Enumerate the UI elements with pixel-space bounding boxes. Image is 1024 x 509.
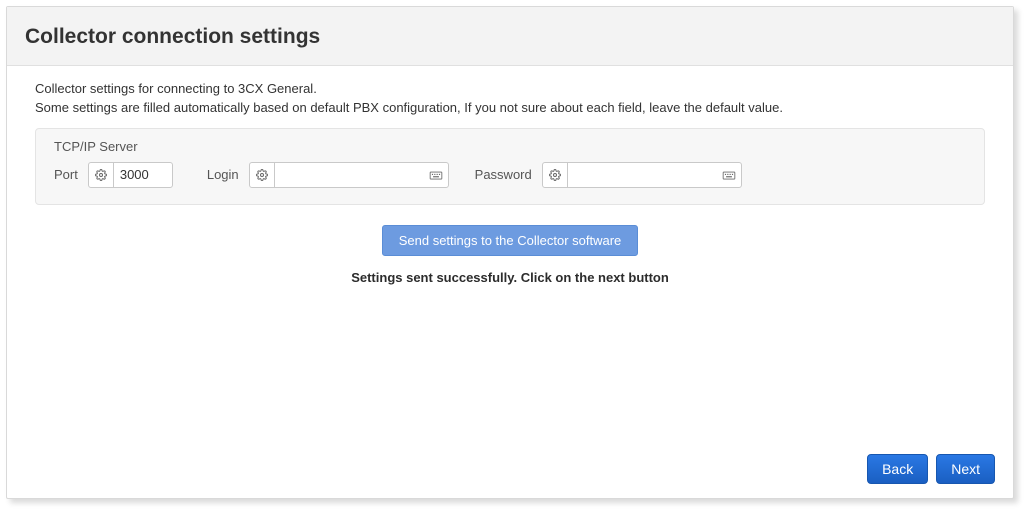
intro-text: Collector settings for connecting to 3CX… xyxy=(35,80,985,118)
settings-panel: Collector connection settings Collector … xyxy=(6,6,1014,499)
footer-nav: Back Next xyxy=(867,454,995,484)
center-actions: Send settings to the Collector software … xyxy=(35,225,985,285)
panel-header: Collector connection settings xyxy=(7,7,1013,66)
panel-body: Collector settings for connecting to 3CX… xyxy=(7,66,1013,498)
password-gear-icon[interactable] xyxy=(542,162,568,188)
password-input-group xyxy=(542,162,742,188)
login-input-group xyxy=(249,162,449,188)
port-gear-icon[interactable] xyxy=(88,162,114,188)
password-input[interactable] xyxy=(567,162,742,188)
port-input[interactable] xyxy=(113,162,173,188)
login-input[interactable] xyxy=(274,162,449,188)
port-input-group xyxy=(88,162,173,188)
fields-row: Port Login xyxy=(54,162,966,188)
password-label: Password xyxy=(475,167,532,182)
port-label: Port xyxy=(54,167,78,182)
status-message: Settings sent successfully. Click on the… xyxy=(35,270,985,285)
login-gear-icon[interactable] xyxy=(249,162,275,188)
login-label: Login xyxy=(207,167,239,182)
keyboard-icon xyxy=(429,168,443,182)
send-settings-button[interactable]: Send settings to the Collector software xyxy=(382,225,639,256)
tcpip-server-fieldset: TCP/IP Server Port Login xyxy=(35,128,985,205)
page-title: Collector connection settings xyxy=(25,25,995,49)
next-button[interactable]: Next xyxy=(936,454,995,484)
intro-line1: Collector settings for connecting to 3CX… xyxy=(35,80,985,99)
fieldset-legend: TCP/IP Server xyxy=(54,139,966,154)
back-button[interactable]: Back xyxy=(867,454,928,484)
keyboard-icon xyxy=(722,168,736,182)
intro-line2: Some settings are filled automatically b… xyxy=(35,99,985,118)
